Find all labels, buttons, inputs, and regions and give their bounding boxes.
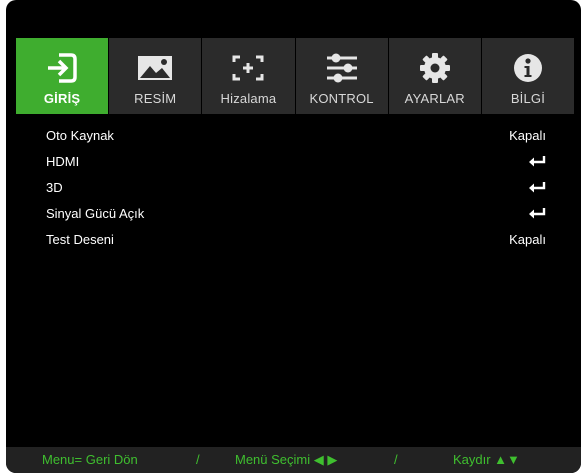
alignment-icon (230, 52, 266, 84)
menu-item-hdmi[interactable]: HDMI (46, 148, 546, 174)
tab-control[interactable]: KONTROL (296, 38, 389, 114)
info-icon (512, 52, 544, 84)
separator: / (196, 452, 200, 467)
enter-icon (528, 181, 546, 193)
tab-picture[interactable]: RESİM (109, 38, 203, 114)
tab-label: AYARLAR (404, 91, 465, 106)
menu-item-value: Kapalı (509, 231, 546, 247)
tab-label: RESİM (134, 91, 177, 106)
gear-icon (418, 52, 452, 84)
menu-item-label: Test Deseni (46, 231, 114, 247)
tab-label: Hizalama (220, 91, 277, 106)
menu-item-label: HDMI (46, 153, 80, 169)
scroll-hint: Kaydır ▲▼ (453, 452, 520, 467)
tab-settings[interactable]: AYARLAR (389, 38, 482, 114)
separator: / (394, 452, 398, 467)
back-hint: Menu= Geri Dön (42, 452, 138, 467)
tab-input[interactable]: GİRİŞ (16, 38, 110, 114)
menu-item-value: Kapalı (509, 127, 546, 143)
menu-item-label: Oto Kaynak (46, 127, 114, 143)
sliders-icon (324, 52, 360, 84)
tab-info[interactable]: BİLGİ (482, 38, 574, 114)
tab-label: KONTROL (309, 91, 374, 106)
tab-label: GİRİŞ (43, 91, 81, 106)
menu-item-label: Sinyal Gücü Açık (46, 205, 145, 221)
enter-icon (528, 155, 546, 167)
select-hint: Menü Seçimi ◀ ▶ (235, 452, 338, 467)
input-menu-list: Oto Kaynak Kapalı HDMI 3D Sinyal Gücü Aç… (46, 122, 546, 252)
menu-item-signal-power[interactable]: Sinyal Gücü Açık (46, 200, 546, 226)
menu-item-test-pattern[interactable]: Test Deseni Kapalı (46, 226, 546, 252)
tab-label: BİLGİ (510, 91, 546, 106)
osd-menu: GİRİŞ RESİM Hizalama KONTROL AYARLAR BİL… (6, 0, 581, 473)
menu-item-auto-source[interactable]: Oto Kaynak Kapalı (46, 122, 546, 148)
picture-icon (135, 52, 175, 84)
menu-item-label: 3D (46, 179, 63, 195)
menu-item-3d[interactable]: 3D (46, 174, 546, 200)
enter-icon (528, 207, 546, 219)
hint-bar: Menu= Geri Dön / Menü Seçimi ◀ ▶ / Kaydı… (6, 447, 581, 473)
input-icon (45, 52, 79, 84)
tab-alignment[interactable]: Hizalama (202, 38, 296, 114)
tab-bar: GİRİŞ RESİM Hizalama KONTROL AYARLAR BİL… (16, 38, 574, 114)
